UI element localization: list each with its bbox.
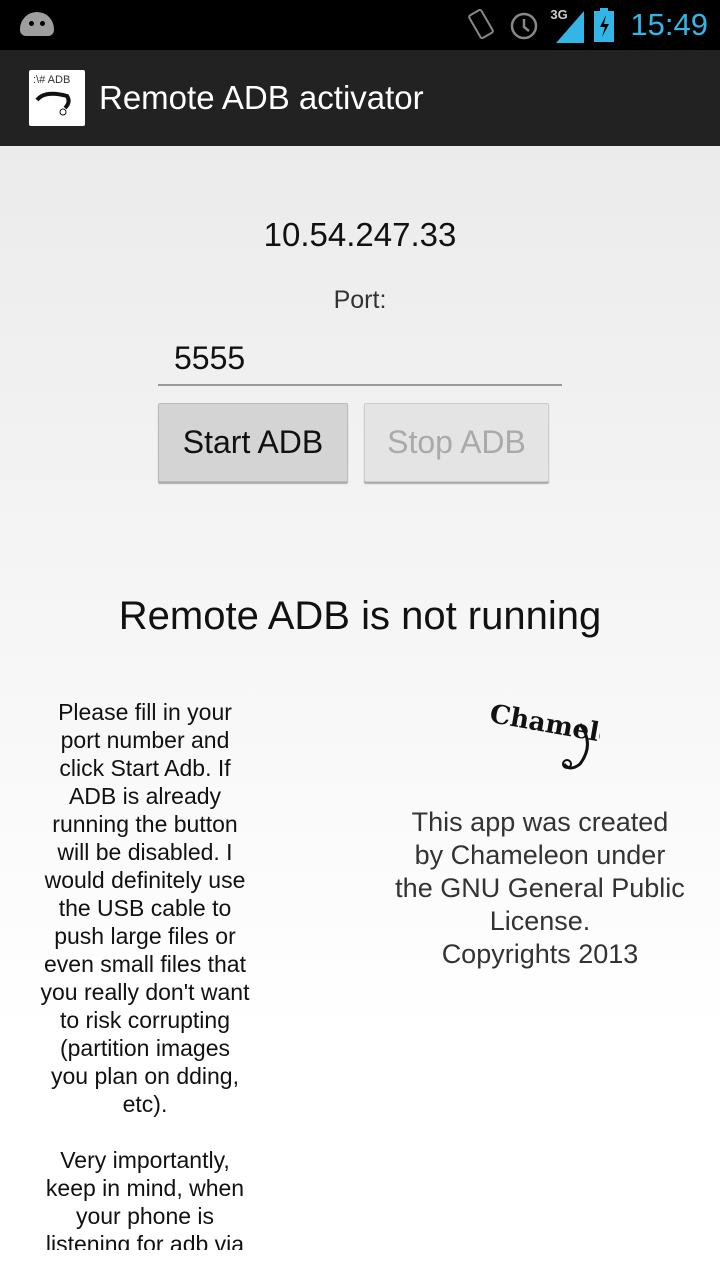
help-line: your phone is [75, 1203, 215, 1229]
help-line: listening for adb via [45, 1231, 245, 1250]
main-content[interactable]: 10.54.247.33 Port: Start ADB Stop ADB Re… [0, 146, 720, 1250]
help-line: push large files or [54, 923, 236, 949]
port-input[interactable] [158, 332, 562, 386]
about-text: This app was created by Chameleon under … [380, 806, 700, 971]
status-bar: 3G 15:49 [0, 0, 720, 50]
chameleon-logo: Chamele [487, 699, 600, 770]
help-line: would definitely use [44, 867, 246, 893]
svg-text:Chamele: Chamele [487, 699, 600, 751]
signal-icon: 3G [550, 7, 585, 43]
help-line: even small files that [44, 951, 246, 977]
help-line: you really don't want [40, 979, 250, 1005]
help-line: Please fill in your [58, 699, 232, 725]
help-line: port number and [60, 727, 230, 753]
port-label: Port: [333, 286, 387, 314]
clock: 15:49 [630, 7, 708, 42]
android-debug-icon [20, 12, 54, 36]
help-line: click Start Adb. If [59, 755, 231, 781]
help-line: Very importantly, [60, 1147, 230, 1173]
app-icon[interactable]: :\# ADB [29, 70, 85, 126]
stop-adb-button[interactable]: Stop ADB [364, 403, 549, 482]
help-line: running the button [52, 811, 238, 837]
help-line: you plan on dding, [51, 1063, 239, 1089]
help-line: etc). [122, 1091, 168, 1117]
app-icon-text: :\# ADB [33, 74, 71, 86]
help-line: the USB cable to [58, 895, 232, 921]
about-line: by Chameleon under [414, 840, 666, 870]
help-text: Please fill in your port number and clic… [20, 698, 270, 1250]
help-line: ADB is already [68, 783, 222, 809]
about-line: Copyrights 2013 [441, 939, 639, 969]
help-line: keep in mind, when [45, 1175, 245, 1201]
ip-address: 10.54.247.33 [263, 216, 457, 253]
action-bar: :\# ADB Remote ADB activator [0, 50, 720, 146]
app-title: Remote ADB activator [99, 79, 424, 116]
adb-status: Remote ADB is not running [118, 594, 602, 638]
battery-charging-icon [594, 8, 615, 42]
help-line: to risk corrupting [59, 1007, 230, 1033]
help-line: (partition images [59, 1035, 231, 1061]
about-line: License. [489, 906, 591, 936]
about-line: This app was created [411, 807, 669, 837]
start-adb-button[interactable]: Start ADB [158, 403, 348, 482]
about-line: the GNU General Public [395, 873, 685, 903]
rotate-icon [468, 8, 495, 40]
alarm-icon [511, 12, 538, 40]
help-line: will be disabled. I [57, 839, 233, 865]
